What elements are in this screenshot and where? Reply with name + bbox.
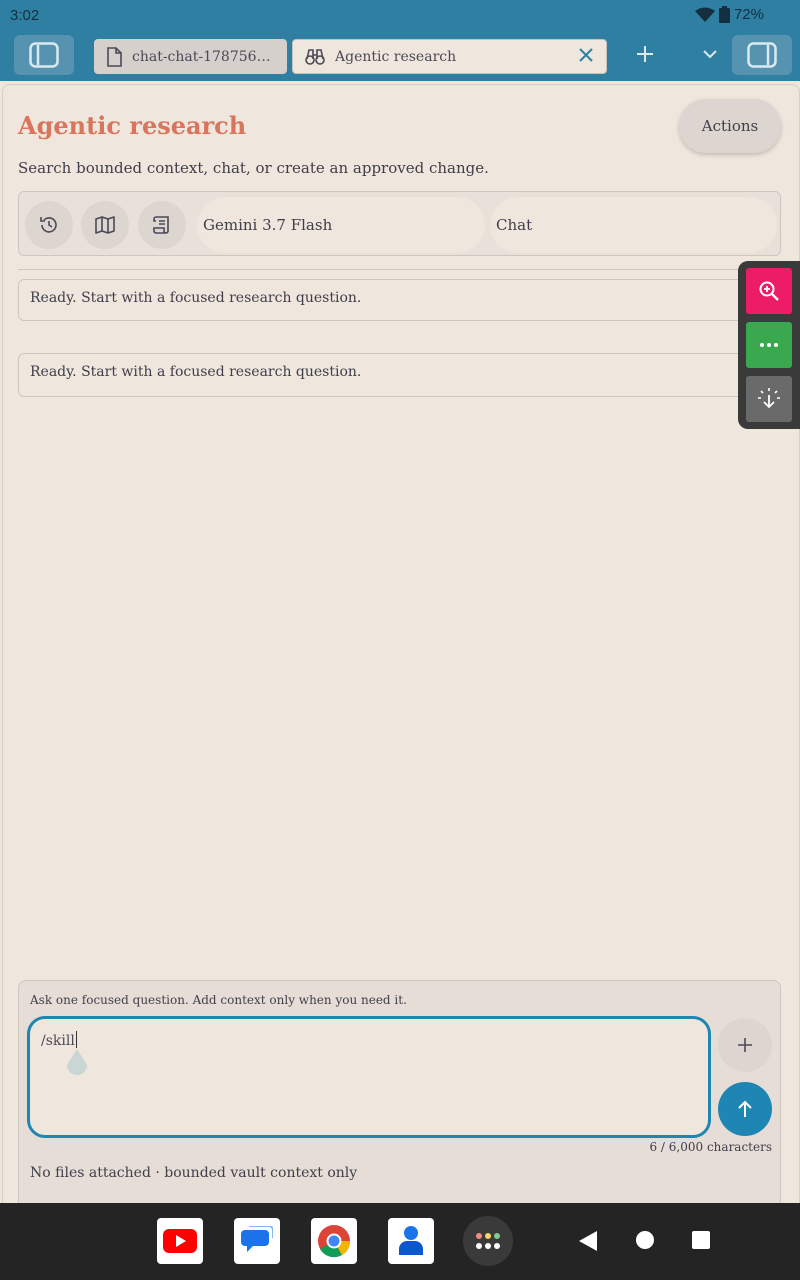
composer: Ask one focused question. Add context on…: [18, 980, 781, 1210]
research-panel: Agentic research Actions Search bounded …: [2, 84, 800, 1210]
wifi-icon: [694, 7, 715, 22]
navigation-bar: [0, 1203, 800, 1280]
youtube-app-icon[interactable]: [157, 1218, 203, 1264]
character-counter: 6 / 6,000 characters: [649, 1140, 772, 1154]
plus-icon: [738, 1038, 752, 1052]
add-attachment-button[interactable]: [718, 1018, 772, 1072]
status-indicators: 72%: [694, 6, 764, 23]
file-icon: [107, 46, 122, 67]
back-icon[interactable]: [578, 1230, 598, 1252]
apps-grid-icon: [476, 1233, 500, 1249]
arrow-up-icon: [738, 1100, 752, 1117]
more-icon: [760, 343, 778, 347]
question-input[interactable]: /skill: [27, 1016, 711, 1138]
map-icon: [95, 216, 115, 234]
research-toolbar: Gemini 3.7 Flash Chat: [18, 191, 781, 256]
chrome-app-icon[interactable]: [311, 1218, 357, 1264]
sidebar-left-toggle[interactable]: [14, 35, 74, 75]
page-subtitle: Search bounded context, chat, or create …: [18, 159, 489, 177]
tab-label: Agentic research: [335, 48, 457, 65]
actions-button[interactable]: Actions: [679, 99, 781, 153]
more-button[interactable]: [746, 322, 792, 368]
sidebar-right-toggle[interactable]: [732, 35, 792, 75]
tab-label: chat-chat-178756105...: [132, 48, 272, 65]
close-tab-icon[interactable]: [578, 47, 594, 63]
text-caret: [75, 1031, 77, 1048]
status-time: 3:02: [10, 7, 40, 24]
status-bar: 3:02 72%: [0, 0, 800, 31]
chrome-icon: [318, 1225, 351, 1258]
zoom-button[interactable]: [746, 268, 792, 314]
tab-strip: chat-chat-178756105... Agentic research: [0, 31, 800, 81]
battery-level: 72%: [733, 6, 764, 23]
divider: [18, 269, 781, 270]
scroll-button[interactable]: [138, 201, 186, 249]
battery-icon: [718, 6, 730, 23]
status-message: Ready. Start with a focused research que…: [18, 279, 781, 321]
tap-button[interactable]: [746, 376, 792, 422]
home-icon[interactable]: [635, 1230, 655, 1250]
binoculars-icon: [305, 48, 325, 65]
scroll-icon: [153, 216, 169, 234]
composer-hint: Ask one focused question. Add context on…: [30, 993, 407, 1007]
tab-agentic-research[interactable]: Agentic research: [292, 39, 607, 74]
contacts-icon: [399, 1226, 423, 1255]
map-button[interactable]: [81, 201, 129, 249]
youtube-icon: [163, 1229, 197, 1253]
history-icon: [40, 217, 57, 233]
new-tab-icon[interactable]: [634, 43, 656, 65]
floating-toolbar: [738, 261, 800, 429]
messages-icon: [241, 1226, 273, 1252]
mode-selector[interactable]: Chat: [490, 197, 777, 253]
recent-apps-icon[interactable]: [691, 1230, 711, 1250]
messages-app-icon[interactable]: [234, 1218, 280, 1264]
app-drawer-button[interactable]: [463, 1216, 513, 1266]
send-button[interactable]: [718, 1082, 772, 1136]
model-selector[interactable]: Gemini 3.7 Flash: [197, 197, 485, 253]
history-button[interactable]: [25, 201, 73, 249]
tap-icon: [758, 388, 780, 409]
attachment-status: No files attached · bounded vault contex…: [30, 1165, 358, 1181]
zoom-in-icon: [759, 281, 779, 301]
chevron-down-icon[interactable]: [699, 43, 721, 65]
status-message: Ready. Start with a focused research que…: [18, 353, 781, 397]
tab-chat-file[interactable]: chat-chat-178756105...: [94, 39, 287, 74]
sidebar-left-icon: [29, 42, 59, 68]
contacts-app-icon[interactable]: [388, 1218, 434, 1264]
page-title: Agentic research: [18, 111, 247, 140]
text-cursor-handle-icon[interactable]: [63, 1047, 91, 1079]
sidebar-right-icon: [747, 42, 777, 68]
